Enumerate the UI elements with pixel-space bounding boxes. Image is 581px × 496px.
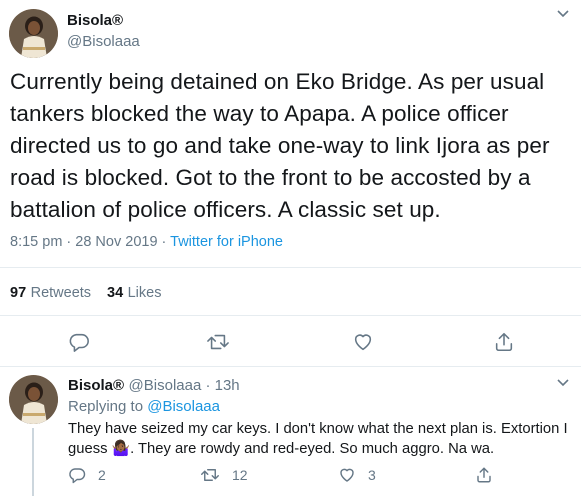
reply-handle-time[interactable]: @Bisolaaa · 13h xyxy=(129,377,240,394)
author-name[interactable]: Bisola® xyxy=(67,12,123,29)
retweets-stat[interactable]: 97 Retweets xyxy=(10,284,91,302)
like-count: 3 xyxy=(368,467,376,483)
retweets-label: Retweets xyxy=(30,285,92,301)
reply-chevron-down-icon[interactable] xyxy=(556,375,570,394)
reply-icon[interactable] xyxy=(68,331,90,353)
divider xyxy=(0,315,581,316)
reply-reply-action[interactable]: 2 xyxy=(68,466,106,484)
tweet-source-link[interactable]: Twitter for iPhone xyxy=(170,234,283,250)
replying-to-label: Replying to xyxy=(68,398,144,415)
reply-like-action[interactable]: 3 xyxy=(338,466,376,484)
reply-icon[interactable] xyxy=(68,466,86,484)
likes-count: 34 xyxy=(107,285,124,301)
tweet-timestamp[interactable]: 8:15 pm · 28 Nov 2019 xyxy=(10,234,158,250)
reply-retweet-action[interactable]: 12 xyxy=(200,466,248,484)
reply-count: 2 xyxy=(98,467,106,483)
replying-to: Replying to @Bisolaaa xyxy=(68,398,220,415)
retweet-count: 12 xyxy=(232,467,248,483)
divider xyxy=(0,267,581,268)
like-icon[interactable] xyxy=(352,331,374,353)
retweet-icon[interactable] xyxy=(206,331,230,353)
retweet-icon[interactable] xyxy=(200,466,220,484)
reply-author-avatar[interactable] xyxy=(9,375,58,424)
chevron-down-icon[interactable] xyxy=(556,6,570,25)
like-icon[interactable] xyxy=(338,466,356,484)
retweets-count: 97 xyxy=(10,285,27,301)
likes-label: Likes xyxy=(127,285,162,301)
thread-line xyxy=(32,428,34,496)
reply-text-line-1: They have seized my car keys. I don't kn… xyxy=(68,421,568,437)
author-handle[interactable]: @Bisolaaa xyxy=(67,33,140,50)
reply-text: They have seized my car keys. I don't kn… xyxy=(68,419,573,459)
tweet-text: Currently being detained on Eko Bridge. … xyxy=(10,69,550,222)
shrug-emoji: 🤷🏾‍♀️ xyxy=(111,441,131,457)
tweet-meta: 8:15 pm · 28 Nov 2019 · Twitter for iPho… xyxy=(10,234,283,250)
reply-text-line-2: . They are rowdy and red-eyed. So much a… xyxy=(130,441,495,457)
divider xyxy=(0,366,581,367)
reply-header: Bisola® @Bisolaaa · 13h xyxy=(68,377,240,395)
share-icon[interactable] xyxy=(475,466,493,484)
likes-stat[interactable]: 34 Likes xyxy=(107,284,161,302)
replying-to-handle[interactable]: @Bisolaaa xyxy=(147,398,220,415)
reply-text-guess: guess xyxy=(68,441,108,457)
author-avatar[interactable] xyxy=(9,9,58,58)
share-icon[interactable] xyxy=(493,331,515,353)
reply-author-name[interactable]: Bisola® xyxy=(68,377,124,394)
